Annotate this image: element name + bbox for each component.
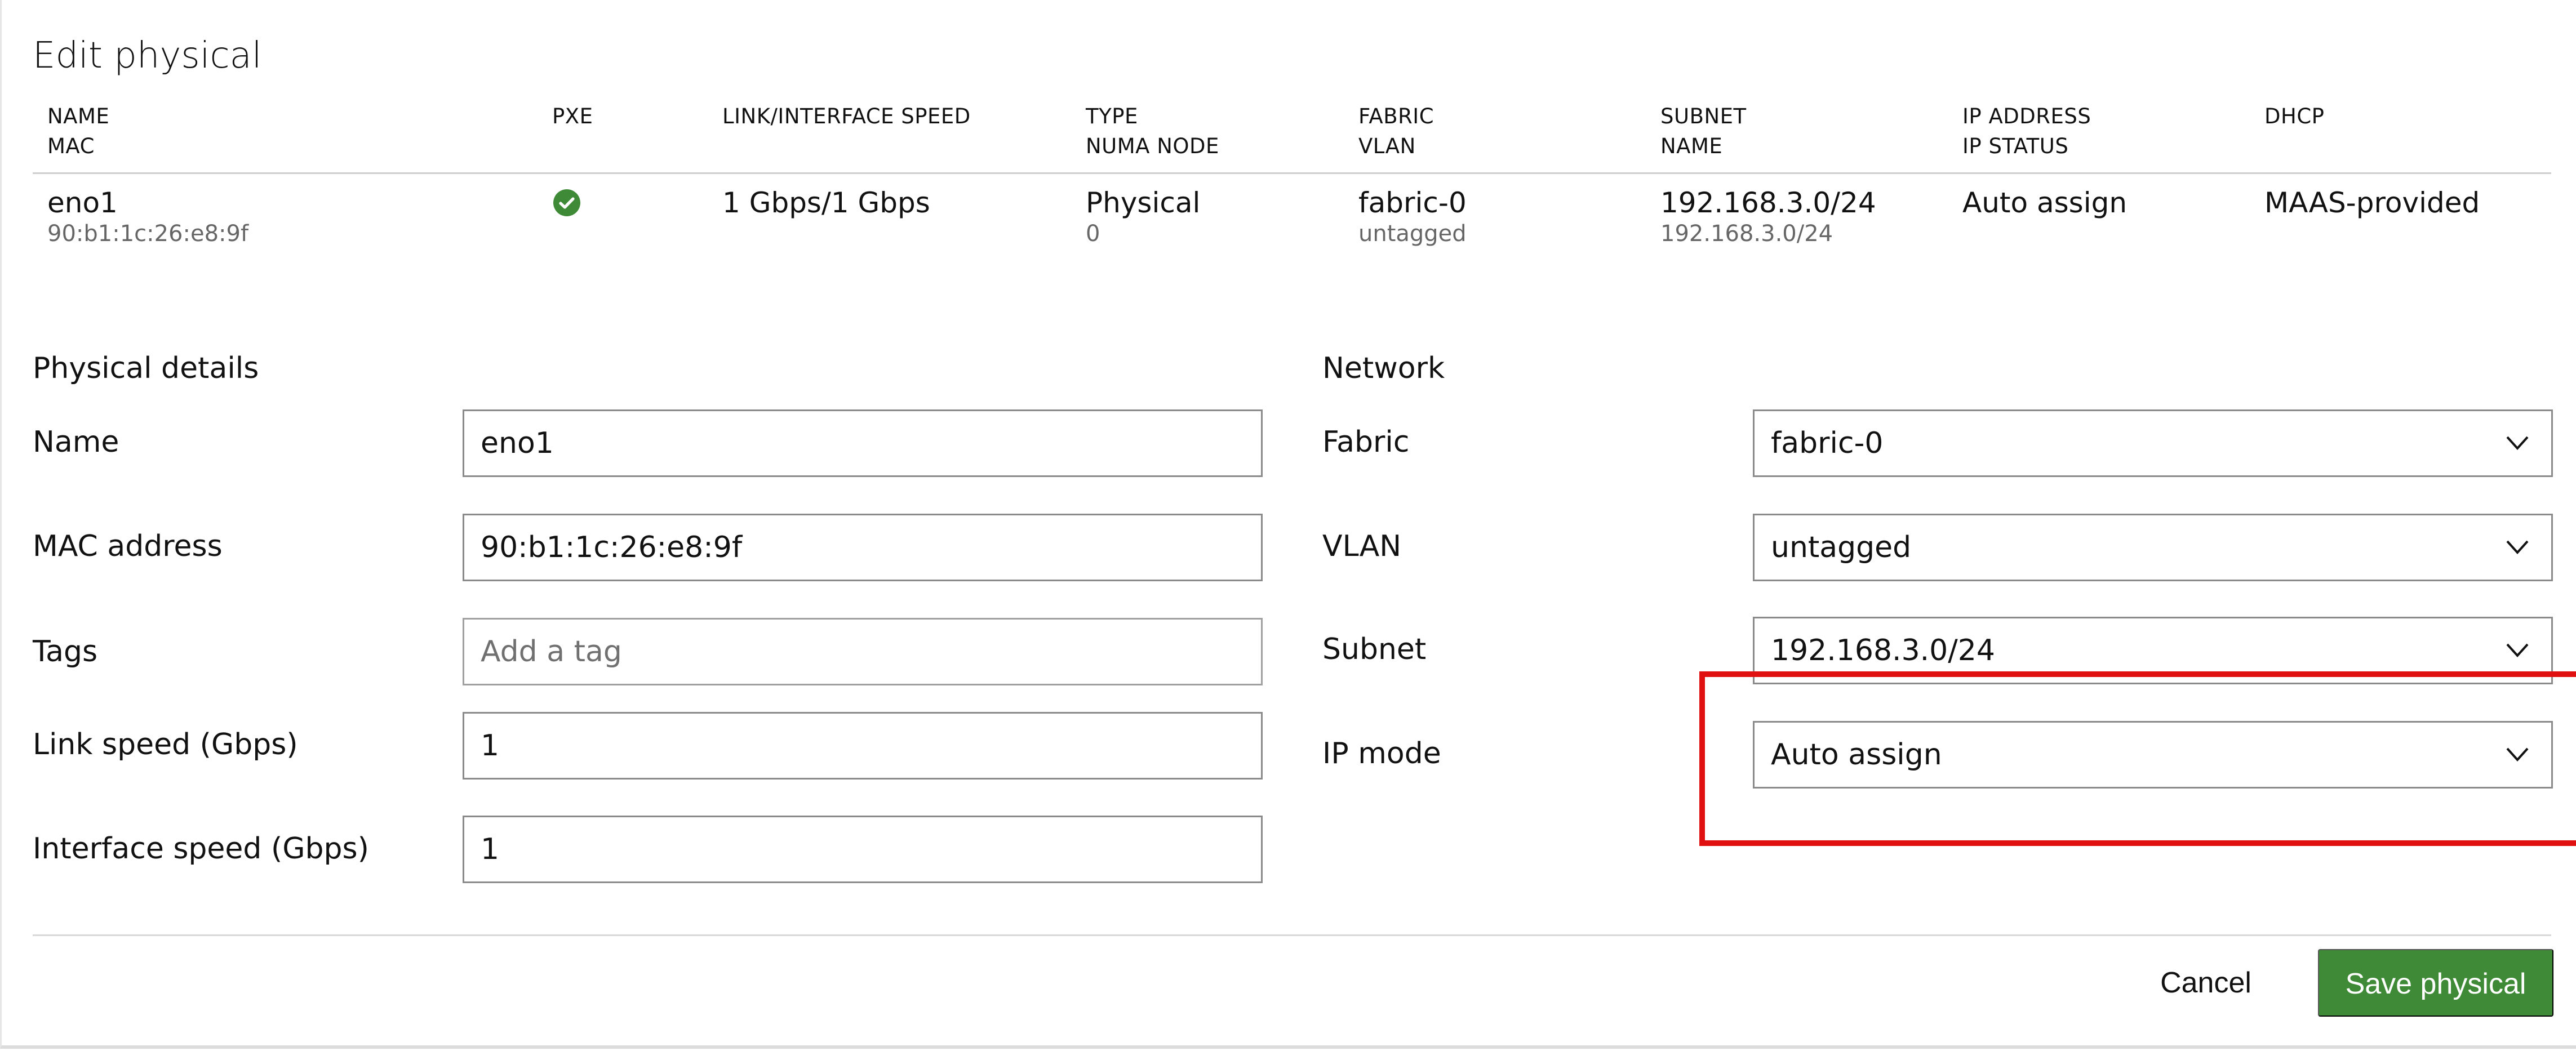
header-name: NAME MAC [47,101,109,161]
header-mac-label: MAC [47,134,95,158]
interface-speed-input[interactable]: 1 [463,816,1263,883]
header-fabric: FABRIC VLAN [1358,101,1434,161]
header-dhcp-label: DHCP [2264,104,2325,128]
row-name: eno1 [47,186,118,219]
name-label: Name [33,425,119,459]
cancel-button[interactable]: Cancel [2135,949,2276,1017]
table-header-divider [33,172,2551,174]
header-subnet: SUBNET NAME [1660,101,1747,161]
subnet-label: Subnet [1322,633,1427,666]
header-name-label: NAME [47,104,110,128]
row-numa: 0 [1086,221,1100,247]
chevron-down-icon [2506,643,2529,657]
row-fabric-cell: fabric-0 untagged [1358,186,1467,248]
chevron-down-icon [2506,436,2529,450]
row-subnet-name: 192.168.3.0/24 [1660,221,1833,247]
ip-mode-select-value: Auto assign [1771,738,1942,772]
tags-label: Tags [33,635,98,669]
vlan-label: VLAN [1322,529,1402,563]
row-subnet-cell: 192.168.3.0/24 192.168.3.0/24 [1660,186,1876,248]
row-fabric: fabric-0 [1358,186,1467,219]
subnet-select-value: 192.168.3.0/24 [1771,634,1995,667]
table-row: eno1 90:b1:1c:26:e8:9f [47,186,248,248]
edit-physical-panel: Edit physical NAME MAC PXE LINK/INTERFAC… [0,0,2576,1049]
physical-details-heading: Physical details [33,351,259,385]
header-ip-status-label: IP STATUS [1962,134,2069,158]
row-ip: Auto assign [1962,186,2128,219]
row-dhcp: MAAS-provided [2264,186,2480,219]
header-subnet-name-label: NAME [1660,134,1723,158]
footer-divider [33,934,2551,936]
header-type-label: TYPE [1086,104,1138,128]
header-vlan-label: VLAN [1358,134,1416,158]
header-ip-label: IP ADDRESS [1962,104,2091,128]
ip-mode-select[interactable]: Auto assign [1753,721,2553,789]
row-mac: 90:b1:1c:26:e8:9f [47,221,249,247]
ip-mode-label: IP mode [1322,737,1441,770]
fabric-select-value: fabric-0 [1771,426,1884,460]
link-speed-label: Link speed (Gbps) [33,728,298,761]
save-physical-button[interactable]: Save physical [2318,949,2553,1017]
chevron-down-icon [2506,747,2529,761]
page-title: Edit physical [33,35,262,77]
header-fabric-label: FABRIC [1358,104,1434,128]
mac-address-label: MAC address [33,529,223,563]
header-numa-label: NUMA NODE [1086,134,1219,158]
fabric-select[interactable]: fabric-0 [1753,409,2553,477]
name-input[interactable]: eno1 [463,409,1263,477]
check-circle-icon [553,189,580,216]
vlan-select-value: untagged [1771,531,1912,564]
tags-input[interactable]: Add a tag [463,618,1263,685]
network-heading: Network [1322,351,1445,385]
interface-speed-label: Interface speed (Gbps) [33,832,369,866]
header-subnet-label: SUBNET [1660,104,1747,128]
row-speed: 1 Gbps/1 Gbps [722,186,930,219]
mac-address-input[interactable]: 90:b1:1c:26:e8:9f [463,514,1263,581]
fabric-label: Fabric [1322,425,1410,459]
row-subnet: 192.168.3.0/24 [1660,186,1876,219]
header-pxe-label: PXE [552,104,593,128]
header-ip: IP ADDRESS IP STATUS [1962,101,2091,161]
header-speed-label: LINK/INTERFACE SPEED [722,104,971,128]
row-type-cell: Physical 0 [1086,186,1200,248]
row-vlan: untagged [1358,221,1467,247]
vlan-select[interactable]: untagged [1753,514,2553,581]
row-type: Physical [1086,186,1201,219]
header-type: TYPE NUMA NODE [1086,101,1219,161]
link-speed-input[interactable]: 1 [463,712,1263,780]
subnet-select[interactable]: 192.168.3.0/24 [1753,617,2553,684]
chevron-down-icon [2506,540,2529,554]
